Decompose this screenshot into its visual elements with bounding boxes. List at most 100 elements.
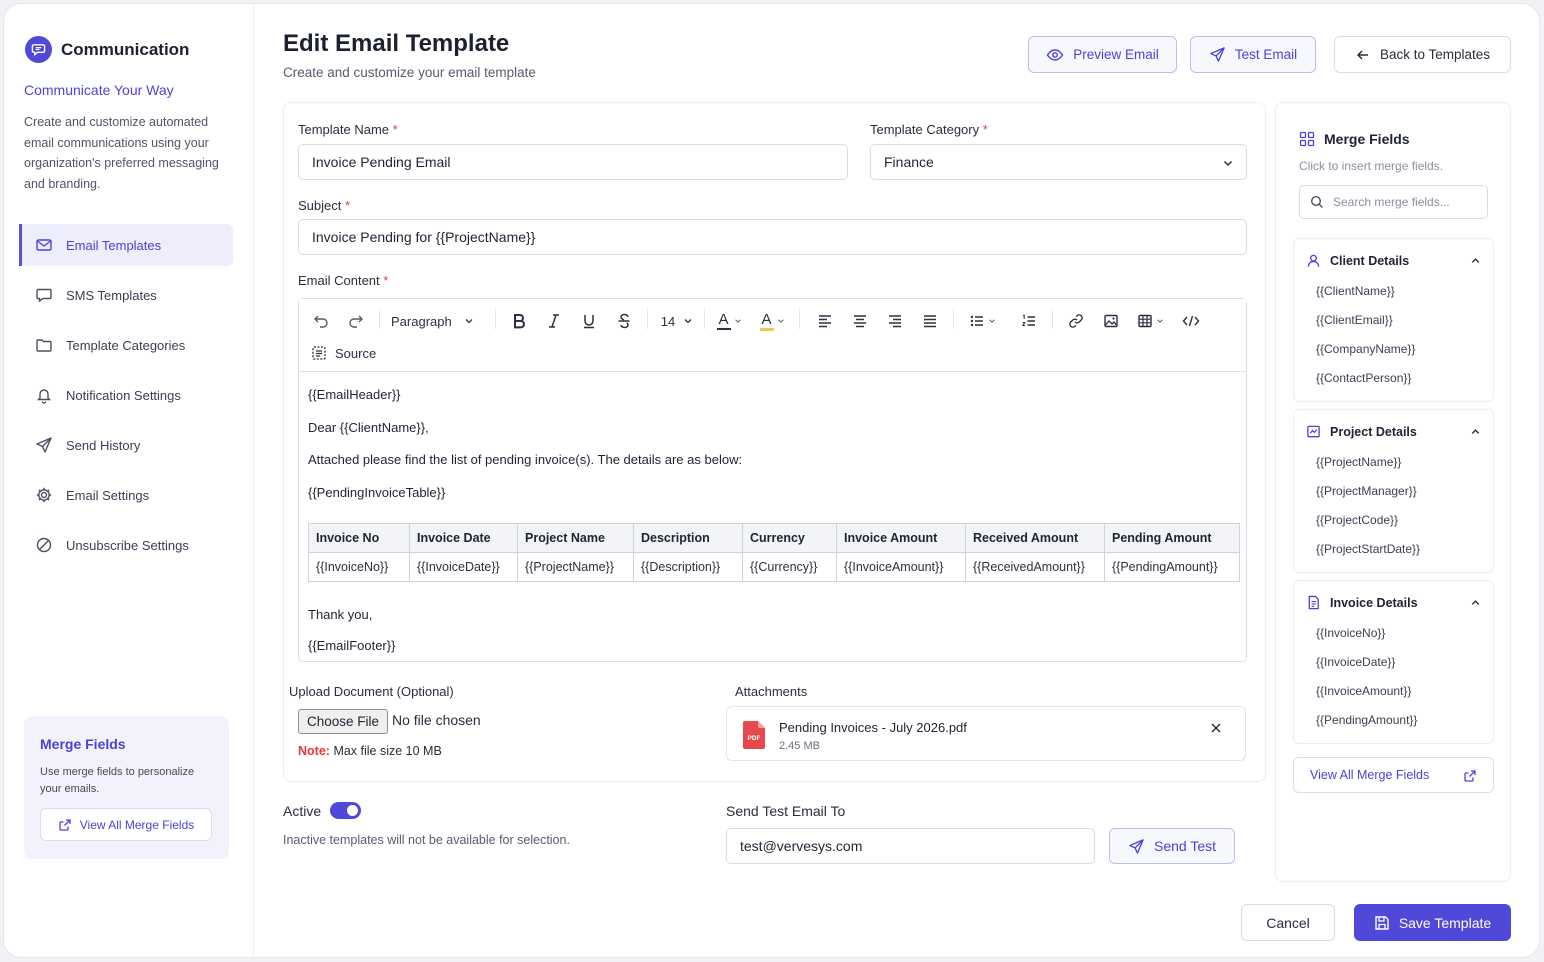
highlight-color-button[interactable]: A xyxy=(756,309,788,333)
test-email-button[interactable]: Test Email xyxy=(1190,36,1316,73)
email-content-label: Email Content * xyxy=(298,273,389,288)
view-all-merge-fields-link[interactable]: View All Merge Fields xyxy=(1293,757,1494,793)
save-template-label: Save Template xyxy=(1398,914,1492,931)
code-view-button[interactable] xyxy=(1179,309,1203,333)
align-center-icon xyxy=(852,313,868,329)
align-justify-button[interactable] xyxy=(918,309,942,333)
merge-field-item[interactable]: {{InvoiceAmount}} xyxy=(1316,684,1411,698)
strikethrough-button[interactable] xyxy=(612,309,636,333)
email-closing: Thank you, xyxy=(308,607,373,622)
merge-field-item[interactable]: {{ProjectName}} xyxy=(1316,455,1401,469)
back-to-templates-label: Back to Templates xyxy=(1379,47,1491,62)
sidebar-item-notification-settings[interactable]: Notification Settings xyxy=(19,374,233,416)
merge-field-item[interactable]: {{InvoiceNo}} xyxy=(1316,626,1385,640)
view-all-merge-fields-label: View All Merge Fields xyxy=(79,817,195,832)
font-size-dropdown[interactable]: 14 xyxy=(657,309,697,333)
chevron-down-icon xyxy=(1156,317,1164,325)
merge-fields-search-input[interactable]: Search merge fields... xyxy=(1299,185,1488,219)
merge-field-item[interactable]: {{PendingAmount}} xyxy=(1316,713,1417,727)
send-test-email-label: Send Test Email To xyxy=(726,803,846,819)
arrow-left-icon xyxy=(1355,47,1371,63)
merge-fields-subtitle: Click to insert merge fields. xyxy=(1299,159,1444,173)
chevron-up-icon[interactable] xyxy=(1470,426,1481,437)
align-center-button[interactable] xyxy=(848,309,872,333)
merge-group-header[interactable]: Client Details xyxy=(1306,253,1409,268)
chevron-down-icon xyxy=(683,316,693,326)
test-email-input[interactable]: test@vervesys.com xyxy=(726,828,1095,864)
merge-group-header[interactable]: Project Details xyxy=(1306,424,1417,439)
template-category-label: Template Category * xyxy=(870,122,988,137)
merge-field-item[interactable]: {{ProjectStartDate}} xyxy=(1316,542,1420,556)
merge-field-item[interactable]: {{ProjectCode}} xyxy=(1316,513,1398,527)
table-cell: {{ProjectName}} xyxy=(517,552,634,582)
view-all-merge-fields-button[interactable]: View All Merge Fields xyxy=(40,808,212,841)
merge-fields-title: Merge Fields xyxy=(1324,131,1410,147)
bold-icon xyxy=(512,313,526,329)
bullet-list-button[interactable] xyxy=(965,309,999,333)
italic-icon xyxy=(547,313,561,329)
active-toggle[interactable] xyxy=(330,802,361,819)
sidebar-item-email-settings[interactable]: Email Settings xyxy=(19,474,233,516)
redo-button[interactable] xyxy=(344,309,368,333)
save-template-button[interactable]: Save Template xyxy=(1354,904,1511,941)
insert-link-button[interactable] xyxy=(1064,309,1088,333)
remove-attachment-button[interactable] xyxy=(1209,721,1223,735)
sidebar-item-email-templates[interactable]: Email Templates xyxy=(19,224,233,266)
merge-field-item[interactable]: {{ProjectManager}} xyxy=(1316,484,1417,498)
choose-file-button[interactable]: Choose File xyxy=(298,709,388,734)
merge-field-item[interactable]: {{ClientName}} xyxy=(1316,284,1395,298)
paragraph-style-dropdown[interactable]: Paragraph xyxy=(391,309,483,333)
chevron-up-icon[interactable] xyxy=(1470,255,1481,266)
template-name-input[interactable]: Invoice Pending Email xyxy=(298,144,848,180)
brand: Communication xyxy=(25,36,189,63)
chevron-up-icon[interactable] xyxy=(1470,597,1481,608)
pending-invoice-table-tag: {{PendingInvoiceTable}} xyxy=(308,485,446,500)
table-cell: {{Currency}} xyxy=(742,552,837,582)
numbered-list-button[interactable] xyxy=(1017,309,1041,333)
chevron-down-icon xyxy=(464,316,474,326)
cancel-button[interactable]: Cancel xyxy=(1241,904,1335,941)
font-color-button[interactable]: A xyxy=(713,309,745,333)
highlight-icon: A xyxy=(759,312,774,331)
preview-email-button[interactable]: Preview Email xyxy=(1028,36,1177,73)
align-right-button[interactable] xyxy=(883,309,907,333)
underline-button[interactable] xyxy=(577,309,601,333)
align-left-button[interactable] xyxy=(813,309,837,333)
merge-group-header[interactable]: Invoice Details xyxy=(1306,595,1418,610)
undo-button[interactable] xyxy=(309,309,333,333)
numbered-list-icon xyxy=(1021,313,1037,329)
subject-input[interactable]: Invoice Pending for {{ProjectName}} xyxy=(298,219,1247,255)
search-icon xyxy=(1310,195,1324,209)
insert-table-button[interactable] xyxy=(1133,309,1167,333)
sidebar-item-unsubscribe-settings[interactable]: Unsubscribe Settings xyxy=(19,524,233,566)
attachments-label: Attachments xyxy=(735,684,808,699)
table-header-cell: Invoice Date xyxy=(409,523,518,553)
merge-field-item[interactable]: {{InvoiceDate}} xyxy=(1316,655,1395,669)
bold-button[interactable] xyxy=(507,309,531,333)
source-button[interactable]: Source xyxy=(311,341,376,365)
insert-image-button[interactable] xyxy=(1099,309,1123,333)
merge-fields-icon xyxy=(1299,131,1315,147)
active-label: Active xyxy=(283,803,322,819)
send-test-button[interactable]: Send Test xyxy=(1109,828,1235,864)
chevron-down-icon xyxy=(734,317,742,325)
merge-field-item[interactable]: {{ClientEmail}} xyxy=(1316,313,1393,327)
subject-label: Subject * xyxy=(298,198,351,213)
sidebar-item-template-categories[interactable]: Template Categories xyxy=(19,324,233,366)
merge-field-item[interactable]: {{CompanyName}} xyxy=(1316,342,1415,356)
table-cell: {{InvoiceAmount}} xyxy=(836,552,966,582)
template-category-select[interactable]: Finance xyxy=(870,144,1247,180)
page-subtitle: Create and customize your email template xyxy=(283,65,536,80)
table-row: {{InvoiceNo}} {{InvoiceDate}} {{ProjectN… xyxy=(308,552,1240,582)
pdf-icon: PDF xyxy=(743,721,765,749)
italic-button[interactable] xyxy=(542,309,566,333)
active-help-text: Inactive templates will not be available… xyxy=(283,833,570,847)
upload-document-label: Upload Document (Optional) xyxy=(289,684,454,699)
sidebar-item-send-history[interactable]: Send History xyxy=(19,424,233,466)
table-header-row: Invoice No Invoice Date Project Name Des… xyxy=(308,523,1240,553)
sidebar-item-sms-templates[interactable]: SMS Templates xyxy=(19,274,233,316)
table-header-cell: Received Amount xyxy=(965,523,1105,553)
merge-group-invoice-details: Invoice Details {{InvoiceNo}} {{InvoiceD… xyxy=(1293,580,1494,744)
merge-field-item[interactable]: {{ContactPerson}} xyxy=(1316,371,1411,385)
back-to-templates-button[interactable]: Back to Templates xyxy=(1334,36,1511,73)
